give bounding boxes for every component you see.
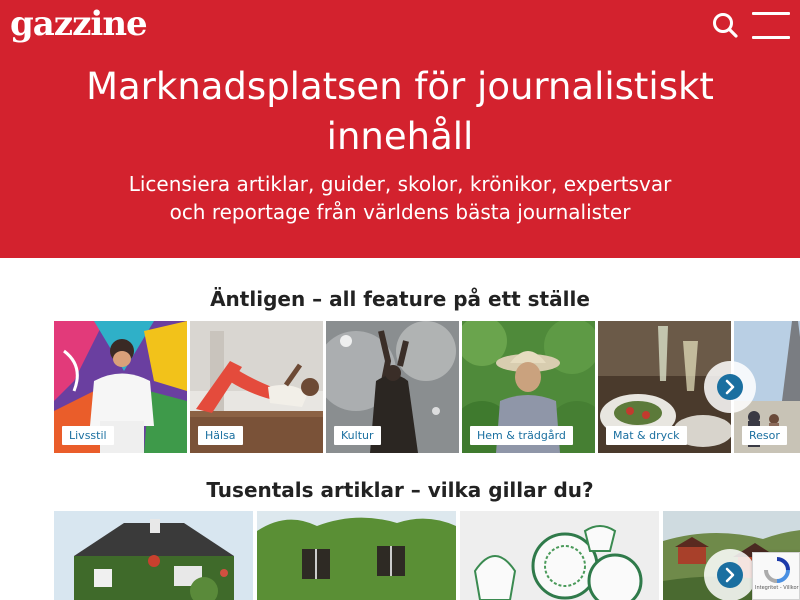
category-label-halsa[interactable]: Hälsa: [198, 426, 243, 445]
articles-section-title: Tusentals artiklar – vilka gillar du?: [206, 478, 594, 502]
recaptcha-icon: [764, 557, 790, 583]
gazzine-logo[interactable]: gazzine: [10, 4, 148, 44]
category-carousel[interactable]: Livsstil Hälsa Kultur Hem & trädgård Mat…: [54, 321, 800, 453]
article-carousel[interactable]: [54, 511, 800, 600]
hero-subtitle: Licensiera artiklar, guider, skolor, krö…: [60, 170, 740, 226]
next-button-circle: [717, 374, 743, 400]
search-icon: [713, 13, 738, 38]
hamburger-menu-button[interactable]: [752, 12, 790, 40]
category-label-mat-dryck[interactable]: Mat & dryck: [606, 426, 687, 445]
hero-banner: gazzine Marknadsplatsen för journalistis…: [0, 0, 800, 258]
category-label-kultur[interactable]: Kultur: [334, 426, 381, 445]
article-card[interactable]: [54, 511, 253, 600]
article-image-porcelain: [460, 511, 659, 600]
hero-title: Marknadsplatsen för journalistiskt inneh…: [40, 62, 760, 162]
category-card-hem-tradgard[interactable]: Hem & trädgård: [462, 321, 595, 453]
search-button[interactable]: [710, 10, 740, 40]
article-image-ivy-house: [257, 511, 456, 600]
recaptcha-badge[interactable]: Integritet - Villkor: [752, 552, 800, 600]
menu-bar: [752, 36, 790, 39]
category-label-resor[interactable]: Resor: [742, 426, 787, 445]
hero-title-line2: innehåll: [326, 115, 474, 158]
next-button-circle: [717, 562, 743, 588]
article-image-cottage: [54, 511, 253, 600]
hero-subtitle-line2: och reportage från världens bästa journa…: [169, 200, 631, 224]
article-next-button[interactable]: [704, 549, 756, 600]
category-card-livsstil[interactable]: Livsstil: [54, 321, 187, 453]
chevron-right-icon: [725, 379, 735, 395]
hero-title-line1: Marknadsplatsen för journalistiskt: [86, 65, 714, 108]
article-card[interactable]: [257, 511, 456, 600]
category-next-button[interactable]: [704, 361, 756, 413]
category-card-halsa[interactable]: Hälsa: [190, 321, 323, 453]
article-card[interactable]: [460, 511, 659, 600]
category-label-livsstil[interactable]: Livsstil: [62, 426, 114, 445]
hero-subtitle-line1: Licensiera artiklar, guider, skolor, krö…: [128, 172, 672, 196]
category-card-kultur[interactable]: Kultur: [326, 321, 459, 453]
menu-bar: [752, 12, 790, 15]
feature-section-title: Äntligen – all feature på ett ställe: [210, 287, 590, 311]
recaptcha-text[interactable]: Integritet - Villkor: [755, 585, 799, 591]
category-label-hem-tradgard[interactable]: Hem & trädgård: [470, 426, 573, 445]
chevron-right-icon: [725, 567, 735, 583]
